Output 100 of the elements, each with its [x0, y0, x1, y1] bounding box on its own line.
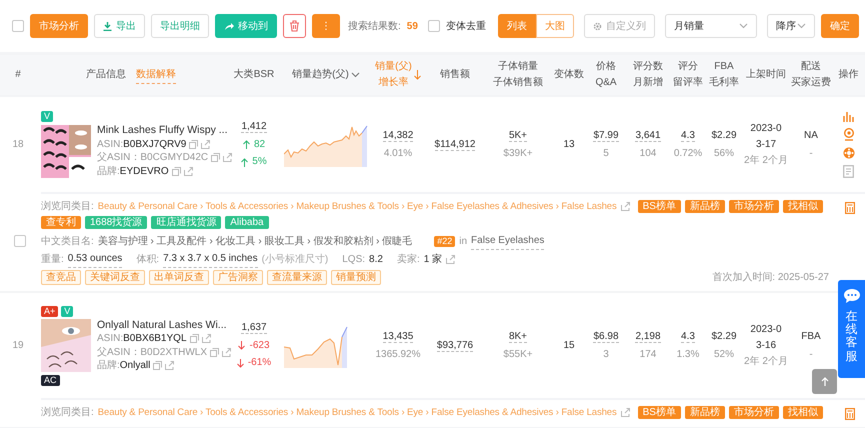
lqs-label: LQS: [342, 252, 366, 266]
external-link-icon [222, 348, 232, 357]
market-analysis-button[interactable]: 市场分析 [30, 14, 88, 38]
action-tag-button[interactable]: 找相似 [782, 200, 823, 213]
select-all-checkbox[interactable] [12, 20, 24, 32]
listing-date: 2023-03-17 [749, 122, 783, 152]
confirm-button[interactable]: 确定 [820, 14, 859, 38]
scroll-to-top-button[interactable] [812, 369, 837, 394]
action-tag-button[interactable]: BS榜单 [638, 200, 681, 213]
parent-asin-text: 父ASIN：B0CGMYD42C [97, 151, 208, 164]
column-header: 上架时间 [746, 68, 786, 82]
volume-label: 体积: [136, 252, 160, 266]
child-sales: 8K+ [508, 331, 528, 343]
bsr-change-percent: -61% [248, 356, 272, 370]
download-icon [103, 22, 112, 30]
asin-text: ASIN:B0BX6B1YQL [97, 332, 186, 346]
calculator-icon[interactable] [845, 408, 855, 420]
gear-icon [592, 22, 602, 30]
row-checkbox[interactable] [14, 235, 26, 247]
column-header: 价格 Q&A [595, 60, 617, 90]
column-header[interactable]: 销量(父) 增长率 [375, 59, 412, 91]
seller-count-label: 卖家: [396, 252, 420, 266]
bar-chart-icon[interactable] [842, 111, 854, 122]
online-support-tab[interactable]: 在线客服 [838, 280, 865, 378]
more-button[interactable]: ⋮ [312, 14, 340, 38]
tool-tag-button[interactable]: 广告洞察 [213, 270, 263, 285]
product-title[interactable]: Onlyall Natural Lashes Wi... [97, 318, 227, 332]
product-badge: V [61, 306, 74, 316]
variant-count: 15 [563, 340, 575, 351]
category-path-link[interactable]: Beauty & Personal Care › Tools & Accessories › Makeup Brushes & Tools › Eye › False Eyelashes & Adhesives › False Lashes [98, 198, 617, 215]
product-title[interactable]: Mink Lashes Fluffy Wispy ... [97, 124, 228, 138]
tool-tag-button[interactable]: 关键词反查 [85, 270, 145, 285]
sales-value: 14,382 [382, 130, 414, 142]
monthly-new-ratings: 174 [638, 348, 658, 362]
external-link-icon [620, 408, 630, 417]
cn-category-label: 中文类目名: [41, 234, 94, 248]
growth-rate: 1365.92% [374, 348, 422, 362]
fba-fee: $2.29 [711, 331, 737, 342]
calculator-icon[interactable] [845, 202, 855, 214]
action-tag-button[interactable]: 新品榜 [684, 406, 725, 419]
column-header: 产品信息 [86, 68, 126, 82]
action-tag-button[interactable]: 新品榜 [684, 200, 725, 213]
price-value: $6.98 [593, 331, 619, 343]
rank-in-text: in [459, 234, 468, 248]
monthly-new-ratings: 104 [638, 146, 658, 160]
margin-rate: 56% [712, 146, 735, 160]
external-link-icon [223, 153, 232, 162]
location-pin-icon[interactable] [842, 128, 854, 141]
action-tag-button[interactable]: 市场分析 [728, 200, 779, 213]
view-tab[interactable]: 大图 [536, 14, 574, 38]
dedupe-label: 变体去重 [446, 20, 486, 34]
row-number: 18 [12, 138, 24, 150]
column-header[interactable]: 销量趋势(父) [292, 67, 349, 83]
buyer-fee: - [808, 146, 814, 160]
growth-rate: 4.01% [382, 146, 414, 160]
column-header: # [15, 68, 21, 82]
target-icon[interactable] [842, 147, 854, 159]
column-header: 评分 留评率 [673, 60, 703, 90]
action-tag-button[interactable]: BS榜单 [638, 406, 681, 419]
column-header: 配送 买家运费 [791, 60, 831, 90]
copy-icon [211, 153, 220, 162]
export-details-button[interactable]: 导出明细 [151, 14, 209, 38]
bsr-rank: 1,637 [241, 322, 267, 334]
sort-field-select[interactable]: 月销量 [664, 14, 757, 38]
revenue-value: $114,912 [434, 138, 476, 151]
source-tag-button[interactable]: 1688找货源 [85, 216, 148, 229]
browse-category-label: 浏览同类目: [41, 406, 94, 420]
rating-count: 3,641 [635, 130, 661, 142]
tool-tag-button[interactable]: 销量预测 [331, 270, 381, 285]
copy-icon [189, 140, 198, 149]
copy-icon [172, 166, 181, 176]
tool-tag-button[interactable]: 查竞品 [41, 270, 81, 285]
dedupe-checkbox[interactable] [428, 20, 440, 32]
column-header: 子体销量 子体销售额 [493, 60, 543, 90]
source-tag-button[interactable]: 旺店通找货源 [151, 216, 222, 229]
bsr-change-percent: 5% [252, 155, 267, 170]
category-path-link[interactable]: Beauty & Personal Care › Tools & Accessories › Makeup Brushes & Tools › Eye › False Eyelashes & Adhesives › False Lashes [98, 404, 617, 421]
price-value: $7.99 [593, 130, 619, 142]
caret-icon [796, 23, 806, 29]
up-arrow-icon [820, 377, 828, 386]
weight-label: 重量: [41, 252, 64, 266]
listing-date: 2023-03-16 [749, 322, 783, 352]
copy-icon [210, 348, 220, 357]
action-tag-button[interactable]: 找相似 [782, 406, 823, 419]
export-button[interactable]: 导出 [94, 14, 145, 38]
action-tag-button[interactable]: 市场分析 [728, 406, 779, 419]
view-tab[interactable]: 列表 [498, 14, 536, 38]
tool-tag-button[interactable]: 查流量来源 [267, 270, 327, 285]
delete-button[interactable] [283, 14, 306, 38]
document-icon[interactable] [843, 165, 854, 178]
move-to-button[interactable]: 移动到 [215, 14, 277, 38]
product-badge: V [41, 111, 54, 122]
sort-order-select[interactable]: 降序 [766, 14, 815, 38]
rank-category-link[interactable]: False Eyelashes [471, 232, 544, 250]
tool-tag-button[interactable]: 出单词反查 [149, 270, 209, 285]
volume-value: 7.3 x 3.7 x 0.5 inches [163, 250, 258, 268]
data-explain-link[interactable]: 数据解释 [136, 66, 176, 84]
bsr-change: 82 [254, 138, 266, 152]
source-tag-button[interactable]: Alibaba [225, 216, 269, 229]
source-tag-button[interactable]: 查专利 [41, 216, 81, 229]
